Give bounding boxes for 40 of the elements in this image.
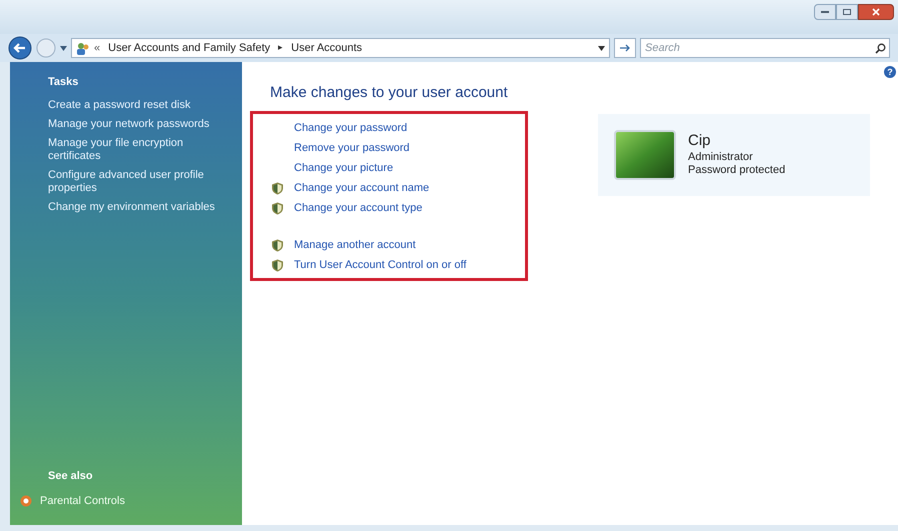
help-button[interactable]: ? [884, 66, 896, 78]
overflow-chevron[interactable]: « [94, 40, 100, 56]
shield-icon [271, 238, 284, 252]
parental-controls-icon [20, 494, 32, 507]
breadcrumb-item[interactable]: User Accounts [291, 40, 362, 56]
account-type: Administrator [688, 150, 754, 164]
arrow-icon [619, 43, 631, 53]
breadcrumb-item[interactable]: User Accounts and Family Safety [108, 40, 270, 56]
refresh-button[interactable] [614, 38, 636, 58]
task-link[interactable]: Configure advanced user profile properties [48, 168, 216, 194]
task-link[interactable]: Remove your password [294, 142, 410, 154]
dropdown-arrow-icon[interactable] [598, 46, 605, 50]
users-icon [76, 42, 90, 54]
sidebar-heading: See also [48, 469, 94, 484]
task-link[interactable]: Change my environment variables [48, 200, 216, 214]
task-link[interactable]: Change your account name [294, 182, 430, 194]
shield-icon [271, 182, 284, 194]
task-link[interactable]: Turn User Account Control on or off [294, 258, 466, 272]
minimize-button[interactable] [814, 4, 836, 20]
shield-icon [271, 258, 284, 272]
account-status: Password protected [688, 164, 786, 178]
close-button[interactable] [858, 4, 894, 20]
task-link[interactable]: Manage your network passwords [48, 118, 216, 130]
task-link[interactable]: Manage another account [294, 238, 416, 252]
breadcrumb-separator-icon[interactable]: ▸ [278, 41, 284, 55]
task-link[interactable]: Change your password [294, 122, 408, 134]
task-link[interactable]: Manage your file encryption certificates [48, 136, 216, 162]
task-link[interactable]: Change your account type [294, 202, 422, 214]
maximize-button[interactable] [836, 4, 858, 20]
task-link[interactable]: Change your picture [294, 162, 394, 174]
history-dropdown-icon[interactable] [60, 46, 67, 50]
close-icon [872, 8, 880, 16]
page-heading: Make changes to your user account [270, 83, 509, 103]
sidebar-heading: Tasks [48, 75, 80, 90]
address-field[interactable]: « User Accounts and Family Safety ▸ User Accounts [71, 38, 610, 58]
account-picture [614, 130, 676, 180]
task-link[interactable]: Create a password reset disk [48, 98, 216, 112]
account-name: Cip [688, 132, 712, 151]
back-button[interactable] [8, 36, 32, 60]
shield-icon [271, 202, 284, 214]
